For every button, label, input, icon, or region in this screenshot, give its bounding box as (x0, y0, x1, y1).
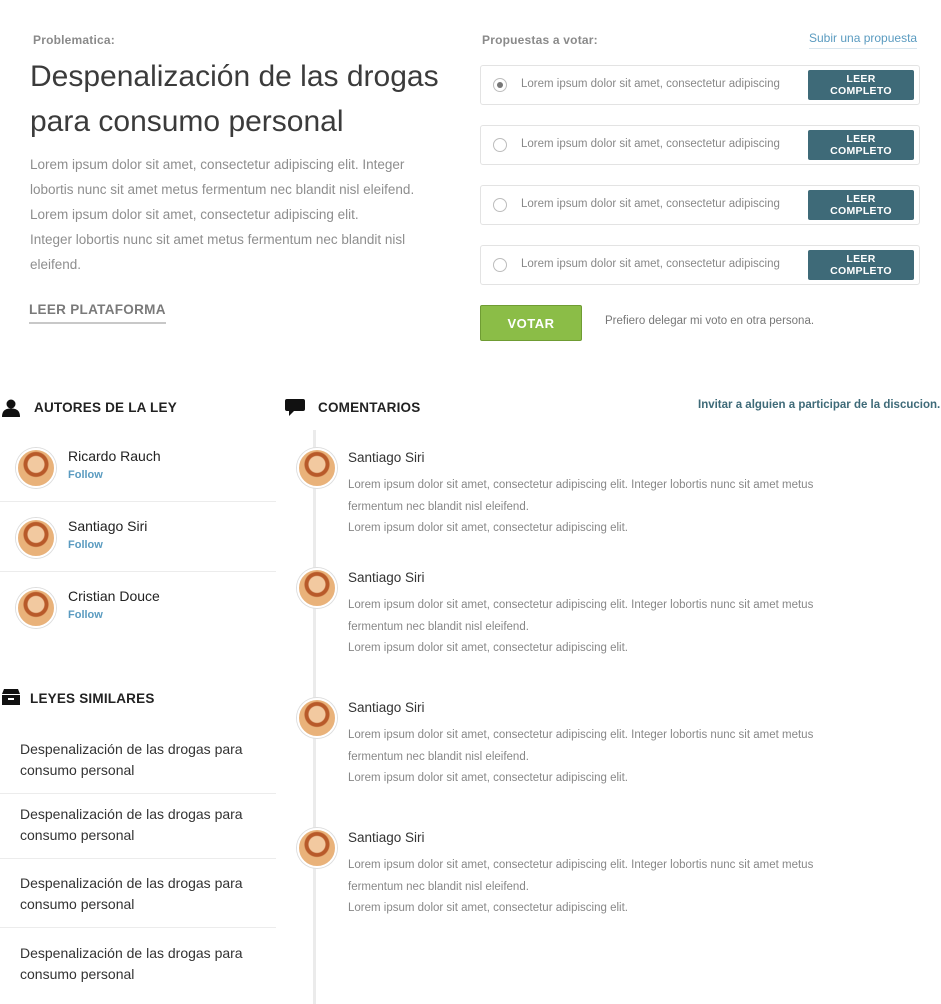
author-name: Santiago Siri (68, 518, 148, 534)
avatar[interactable] (297, 568, 337, 608)
comment-author: Santiago Siri (348, 570, 425, 585)
proposal-option[interactable]: Lorem ipsum dolor sit amet, consectetur … (480, 65, 920, 105)
radio-button[interactable] (493, 138, 507, 152)
author-item: Ricardo Rauch Follow (0, 432, 276, 502)
problem-text-line: lobortis nunc sit amet metus fermentum n… (30, 182, 415, 197)
similar-law-title: consumo personal (20, 762, 135, 778)
proposal-option[interactable]: Lorem ipsum dolor sit amet, consectetur … (480, 245, 920, 285)
comment-author: Santiago Siri (348, 830, 425, 845)
follow-link[interactable]: Follow (68, 469, 103, 481)
similar-law-title: Despenalización de las drogas para (20, 945, 243, 961)
problem-label: Problematica: (33, 33, 115, 47)
comment-text-line: Lorem ipsum dolor sit amet, consectetur … (348, 522, 628, 534)
comment-text-line: Lorem ipsum dolor sit amet, consectetur … (348, 902, 628, 914)
comment-author: Santiago Siri (348, 700, 425, 715)
comment-body: Lorem ipsum dolor sit amet, consectetur … (348, 475, 858, 540)
proposal-text: Lorem ipsum dolor sit amet, consectetur … (521, 198, 780, 210)
similar-law-title: consumo personal (20, 966, 135, 982)
comment-text-line: fermentum nec blandit nisl eleifend. (348, 750, 529, 763)
speech-bubble-icon (285, 399, 305, 422)
comment-body: Lorem ipsum dolor sit amet, consectetur … (348, 725, 858, 790)
problem-text-line: eleifend. (30, 257, 82, 272)
comment-text-line: Lorem ipsum dolor sit amet, consectetur … (348, 772, 628, 784)
submit-proposal-link[interactable]: Subir una propuesta (809, 31, 918, 49)
similar-law-item[interactable]: Despenalización de las drogas para consu… (0, 943, 276, 988)
proposal-text: Lorem ipsum dolor sit amet, consectetur … (521, 78, 780, 90)
problem-text-line: Integer lobortis nunc sit amet metus fer… (30, 232, 406, 247)
delegate-vote-link[interactable]: Prefiero delegar mi voto en otra persona… (605, 315, 814, 327)
avatar[interactable] (297, 828, 337, 868)
similar-law-title: Despenalización de las drogas para (20, 741, 243, 757)
read-full-button[interactable]: LEER COMPLETO (808, 250, 914, 280)
similar-law-title: Despenalización de las drogas para (20, 806, 243, 822)
read-platform-link[interactable]: LEER PLATAFORMA (29, 302, 166, 324)
problem-text-line: Lorem ipsum dolor sit amet, consectetur … (30, 157, 405, 172)
comment-text-line: fermentum nec blandit nisl eleifend. (348, 880, 529, 893)
comment-text-line: Lorem ipsum dolor sit amet, consectetur … (348, 479, 814, 491)
comment-text-line: Lorem ipsum dolor sit amet, consectetur … (348, 859, 814, 871)
comment-text-line: Lorem ipsum dolor sit amet, consectetur … (348, 729, 814, 741)
similar-law-item[interactable]: Despenalización de las drogas para consu… (0, 739, 276, 794)
read-full-button[interactable]: LEER COMPLETO (808, 70, 914, 100)
proposal-option[interactable]: Lorem ipsum dolor sit amet, consectetur … (480, 185, 920, 225)
authors-heading: AUTORES DE LA LEY (34, 400, 177, 415)
similar-laws-heading: LEYES SIMILARES (30, 691, 155, 706)
radio-button[interactable] (493, 258, 507, 272)
user-icon (2, 399, 20, 422)
radio-button-selected[interactable] (493, 78, 507, 92)
comment-text-line: fermentum nec blandit nisl eleifend. (348, 620, 529, 633)
avatar[interactable] (16, 518, 56, 558)
proposals-label: Propuestas a votar: (482, 33, 598, 47)
similar-law-item[interactable]: Despenalización de las drogas para consu… (0, 804, 276, 859)
comment-text-line: Lorem ipsum dolor sit amet, consectetur … (348, 599, 814, 611)
follow-link[interactable]: Follow (68, 609, 103, 621)
archive-box-icon (2, 689, 20, 710)
avatar[interactable] (297, 698, 337, 738)
comment-text-line: Lorem ipsum dolor sit amet, consectetur … (348, 642, 628, 654)
read-full-button[interactable]: LEER COMPLETO (808, 190, 914, 220)
author-item: Cristian Douce Follow (0, 572, 276, 642)
radio-button[interactable] (493, 198, 507, 212)
avatar[interactable] (16, 588, 56, 628)
author-item: Santiago Siri Follow (0, 502, 276, 572)
comment-body: Lorem ipsum dolor sit amet, consectetur … (348, 595, 858, 660)
problem-title: Despenalización de las drogas para consu… (30, 60, 439, 138)
comment-text-line: fermentum nec blandit nisl eleifend. (348, 500, 529, 513)
author-name: Ricardo Rauch (68, 448, 161, 464)
proposal-text: Lorem ipsum dolor sit amet, consectetur … (521, 138, 780, 150)
proposal-option[interactable]: Lorem ipsum dolor sit amet, consectetur … (480, 125, 920, 165)
comments-heading: COMENTARIOS (318, 400, 421, 415)
author-name: Cristian Douce (68, 588, 160, 604)
comment-body: Lorem ipsum dolor sit amet, consectetur … (348, 855, 858, 920)
similar-law-title: consumo personal (20, 827, 135, 843)
follow-link[interactable]: Follow (68, 539, 103, 551)
avatar[interactable] (297, 448, 337, 488)
avatar[interactable] (16, 448, 56, 488)
read-full-button[interactable]: LEER COMPLETO (808, 130, 914, 160)
problem-description: Lorem ipsum dolor sit amet, consectetur … (30, 152, 460, 277)
similar-law-title: Despenalización de las drogas para (20, 875, 243, 891)
similar-law-title: consumo personal (20, 896, 135, 912)
comment-author: Santiago Siri (348, 450, 425, 465)
vote-button[interactable]: VOTAR (480, 305, 582, 341)
proposal-text: Lorem ipsum dolor sit amet, consectetur … (521, 258, 780, 270)
invite-link[interactable]: Invitar a alguien a participar de la dis… (698, 399, 940, 411)
similar-law-item[interactable]: Despenalización de las drogas para consu… (0, 873, 276, 928)
problem-text-line: Lorem ipsum dolor sit amet, consectetur … (30, 207, 359, 222)
